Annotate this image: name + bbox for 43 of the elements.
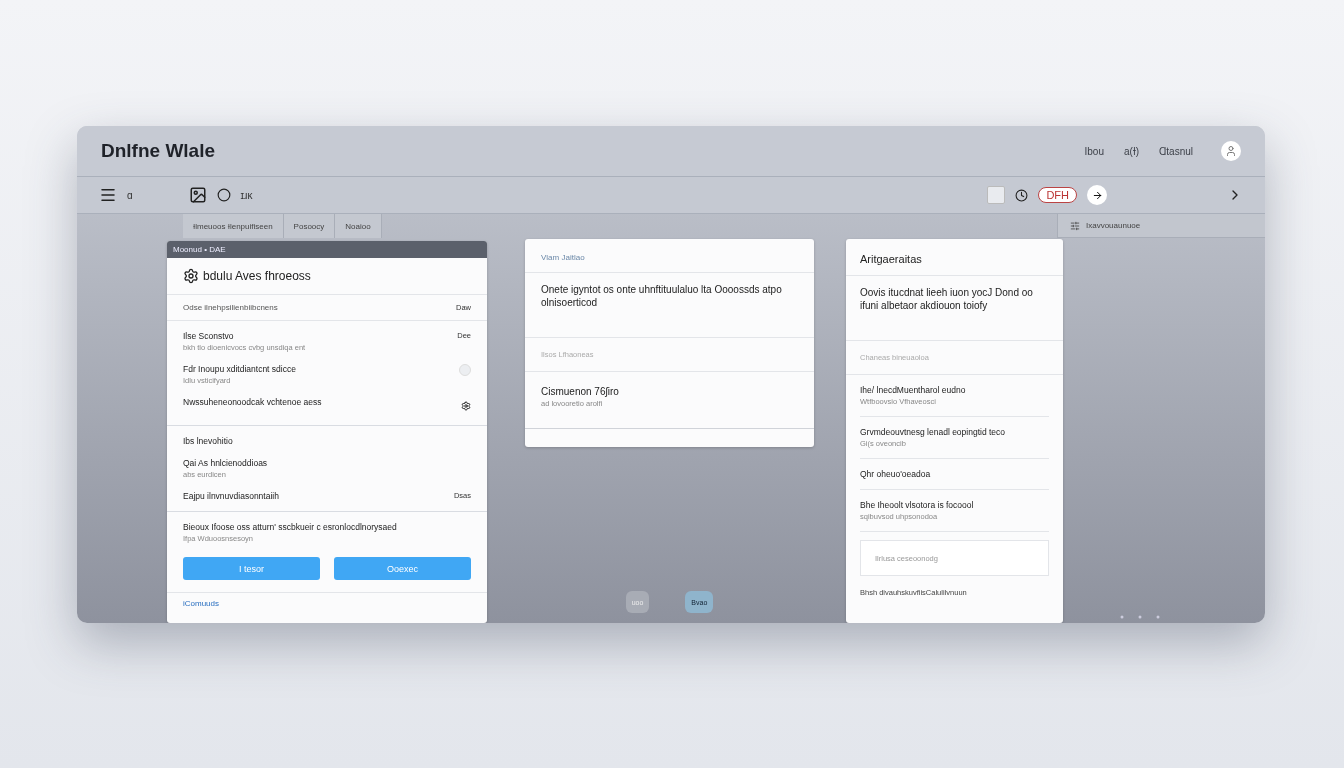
avatar-icon[interactable] <box>1221 141 1241 161</box>
item-title: Eajpu ilnvnuvdiasonntaiih <box>183 491 279 501</box>
status-badge: DFH <box>1038 187 1077 203</box>
item-title: Qhr oheuo'oeadoa <box>860 469 932 479</box>
menu-label: ɑ <box>127 189 133 201</box>
toolbar-label: ɪɹĸ <box>240 189 253 201</box>
item-title: Nwssuheneonoodcak vchtenoe aess <box>183 397 322 407</box>
gear-icon[interactable] <box>461 401 471 411</box>
sliders-icon <box>1070 220 1080 231</box>
window-title: Dnlfne Wlale <box>101 140 216 162</box>
note-text: Bieoux Ifoose oss atturn' sscbkueir c esronlocdlnorysaed <box>183 522 398 532</box>
header-link[interactable]: Ɑtasnul <box>1159 145 1193 157</box>
row-label: Odse ilnehpsilienbiibcnens <box>183 303 278 312</box>
card-text: Onete igyntot os onte uhnftituulaluo lta Oooossds atpo olnisoerticod <box>525 273 814 338</box>
item-title: Ilse Sconstvo <box>183 331 235 341</box>
checkbox[interactable] <box>987 186 1006 204</box>
card-header: Vlam Jaitlao <box>525 239 814 273</box>
card-header: Aritgaeraitas <box>846 239 1063 276</box>
circle-icon[interactable] <box>216 188 231 202</box>
item-title: Fdr Inoupu xditdiantcnt sdicce <box>183 364 296 374</box>
section-title: Ibs lnevohitio <box>183 436 233 446</box>
gear-icon <box>183 268 199 284</box>
arrow-right-icon <box>1091 189 1103 201</box>
tab[interactable]: Posoocy <box>283 214 336 238</box>
arrow-button[interactable] <box>1087 185 1107 205</box>
menu-icon[interactable] <box>99 186 117 204</box>
item-title: Grvmdeouvtnesg lenadl eopingtid teco <box>860 427 1007 437</box>
card-text: Oovis itucdnat lieeh iuon yocJ Dond oo ifuni albetaor akdiouon toiofy <box>846 276 1063 341</box>
tab[interactable]: Noaioo <box>335 214 382 238</box>
tab[interactable]: Ɨlmeuoos Ɨlenpuifiseen <box>183 214 284 238</box>
card-header: Moonud • DAE <box>167 241 487 258</box>
header-link[interactable]: a(Ɨ) <box>1124 145 1139 157</box>
image-icon[interactable] <box>188 186 207 204</box>
item-title: Cismuenon 76ʃiro <box>541 386 620 397</box>
item-title: Bhe Iheoolt vlsotora is focoool <box>860 500 975 510</box>
item-title: Qai As hnlcienoddioas <box>183 458 268 468</box>
side-header-text: Ixavvouaunuoe <box>1086 221 1141 230</box>
clock-icon[interactable] <box>1015 188 1029 202</box>
toggle[interactable] <box>459 364 471 376</box>
item-title: Ihe/ lnecdMuentharol eudno <box>860 385 967 395</box>
header-link[interactable]: Ibou <box>1084 145 1104 157</box>
card-title: bdulu Aves fhroeoss <box>203 269 311 283</box>
footer-link[interactable]: iComuuds <box>167 593 487 614</box>
